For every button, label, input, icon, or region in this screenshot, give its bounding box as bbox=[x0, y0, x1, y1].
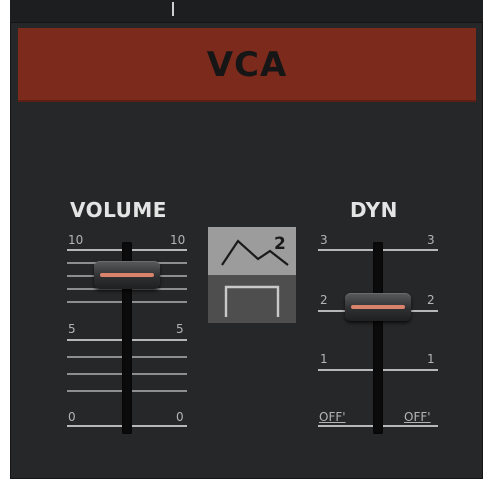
gate-envelope-button[interactable] bbox=[208, 275, 296, 323]
dyn-scale-upper-left: 2 bbox=[320, 293, 328, 307]
volume-scale-bottom-right: 0 bbox=[176, 410, 184, 424]
dyn-slider-handle[interactable] bbox=[345, 293, 411, 322]
adsr-envelope-icon: 2 bbox=[221, 234, 289, 266]
envelope-number-label: 2 bbox=[274, 234, 286, 254]
dyn-scale-top-left: 3 bbox=[320, 233, 328, 247]
position-tick bbox=[172, 2, 174, 16]
dyn-slider-track[interactable] bbox=[373, 242, 383, 434]
volume-scale-top-left: 10 bbox=[68, 233, 84, 247]
dyn-label: DYN bbox=[350, 198, 398, 222]
vca-panel: VCA VOLUME 10 10 5 5 0 0 2 DYN 3 3 2 2 1… bbox=[10, 22, 483, 479]
volume-slider-handle[interactable] bbox=[94, 261, 160, 290]
dyn-scale-lower-left: 1 bbox=[320, 352, 328, 366]
volume-scale-mid-left: 5 bbox=[68, 322, 76, 336]
top-strip bbox=[10, 0, 483, 22]
dyn-handle-indicator bbox=[351, 305, 405, 310]
dyn-scale-upper-right: 2 bbox=[427, 293, 435, 307]
module-title-bar: VCA bbox=[18, 28, 476, 102]
gate-envelope-icon bbox=[224, 285, 280, 317]
dyn-scale-lower-right: 1 bbox=[427, 352, 435, 366]
volume-scale-mid-right: 5 bbox=[176, 322, 184, 336]
dyn-scale-bottom-left: OFF' bbox=[319, 410, 346, 424]
envelope-2-button[interactable]: 2 bbox=[208, 227, 296, 275]
volume-handle-indicator bbox=[100, 273, 154, 278]
volume-label: VOLUME bbox=[70, 198, 167, 222]
dyn-scale-top-right: 3 bbox=[427, 233, 435, 247]
volume-scale-bottom-left: 0 bbox=[68, 410, 76, 424]
module-title: VCA bbox=[206, 45, 288, 85]
dyn-scale-bottom-right: OFF' bbox=[404, 410, 431, 424]
volume-scale-top-right: 10 bbox=[170, 233, 186, 247]
